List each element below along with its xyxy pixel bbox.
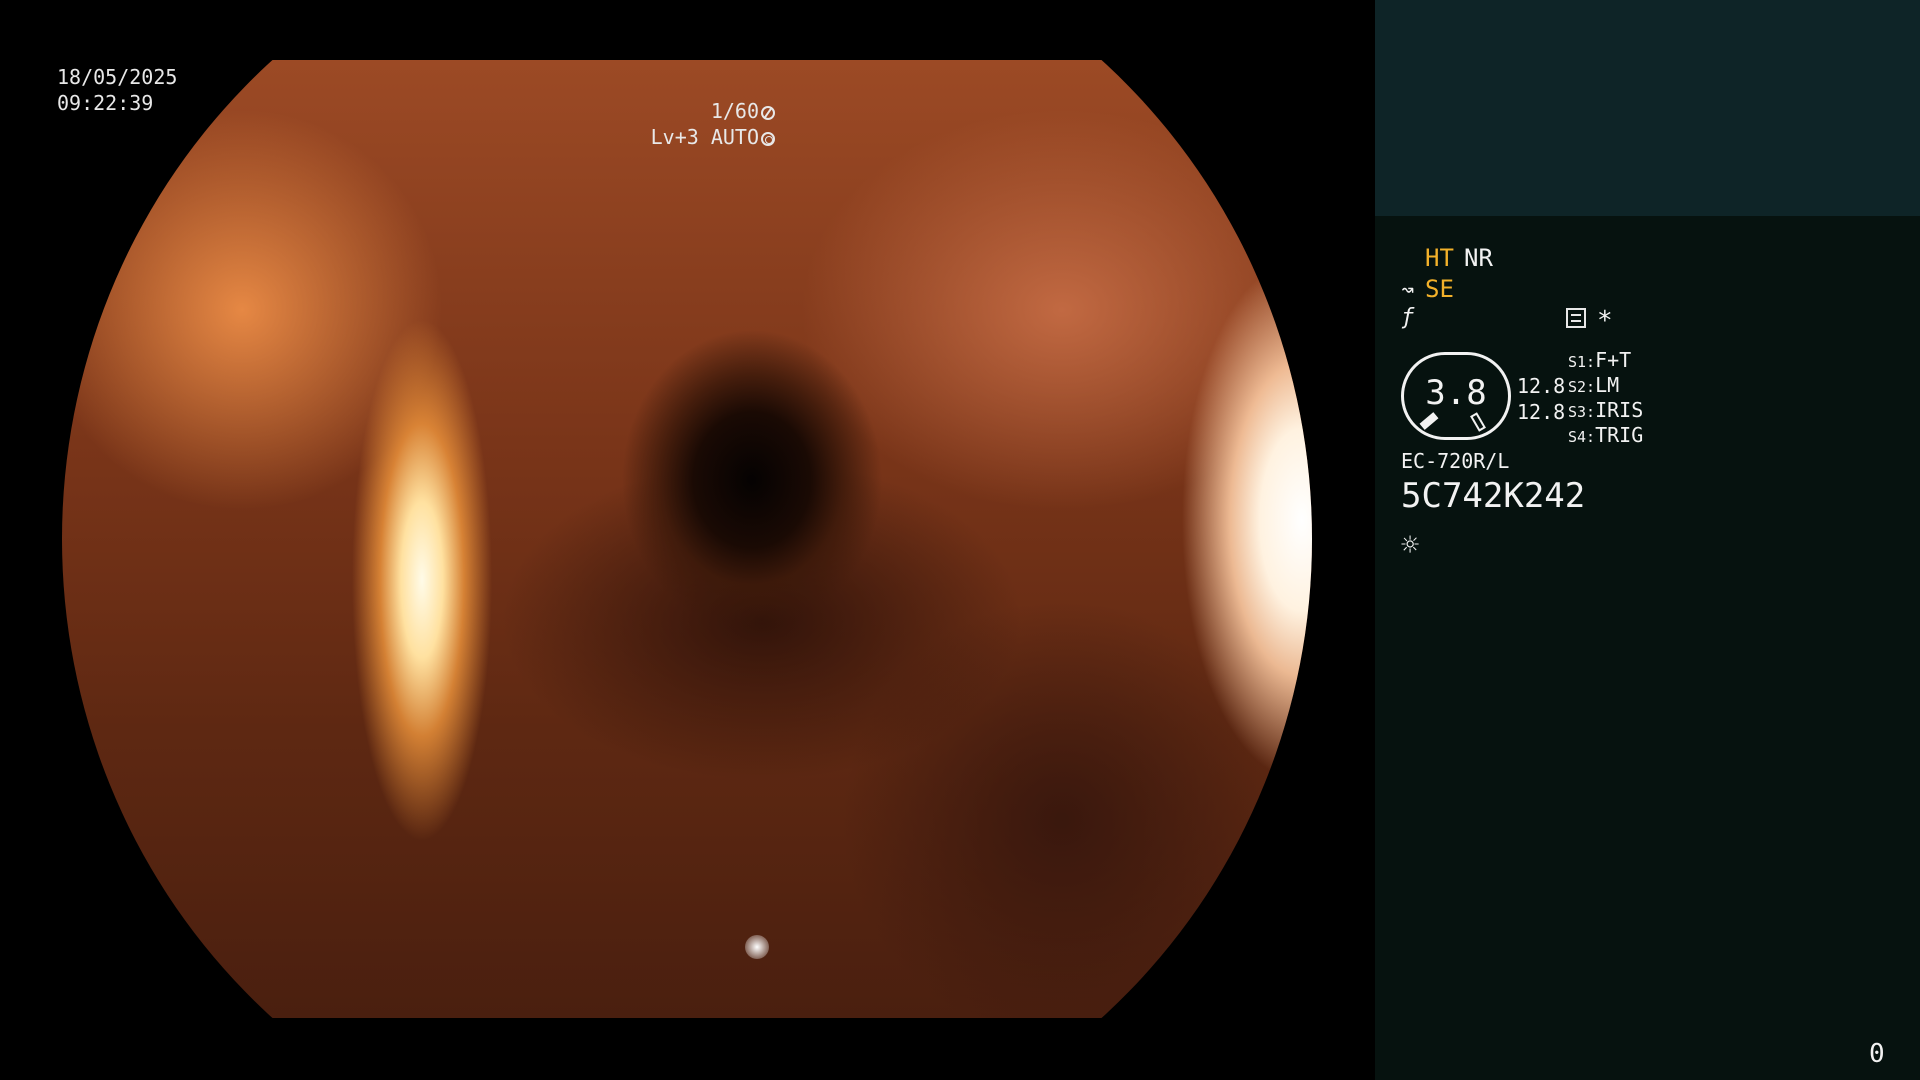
gauge-marker-icon	[1470, 412, 1486, 432]
endoscope-screen: 18/05/2025 09:22:39 1/60 Lv+3 AUTO HT NR…	[0, 0, 1920, 1080]
switch-key: S3:	[1568, 403, 1596, 421]
shutter-row: 1/60	[651, 98, 775, 124]
pressure-value-2: 12.8	[1517, 400, 1566, 424]
switch-value: LM	[1595, 373, 1620, 397]
structure-enhance-icon: ↝	[1401, 278, 1415, 303]
gauge-value: 3.8	[1425, 373, 1487, 413]
switch-key: S2:	[1568, 378, 1596, 396]
image-counter: 0	[1869, 1039, 1885, 1069]
switch-value: F+T	[1595, 348, 1632, 372]
magnification-gauge: 3.8	[1401, 352, 1511, 440]
endoscopic-image	[62, 60, 1312, 1018]
switch-value: TRIG	[1595, 423, 1644, 447]
iris-icon	[761, 132, 775, 146]
switch-value: IRIS	[1595, 398, 1644, 422]
exposure-level-row: Lv+3 AUTO	[651, 124, 775, 150]
gauge-needle-icon	[1419, 412, 1439, 430]
scope-serial: 5C742K242	[1401, 476, 1586, 516]
date-text: 18/05/2025	[57, 65, 178, 89]
shutter-text: 1/60	[710, 99, 759, 123]
exposure-readout: 1/60 Lv+3 AUTO	[651, 98, 775, 150]
specular-highlight	[745, 935, 769, 959]
shutter-icon	[761, 106, 775, 120]
pressure-value-1: 12.8	[1517, 374, 1566, 398]
exposure-level-text: Lv+3 AUTO	[650, 125, 759, 149]
menu-icon	[1566, 308, 1586, 328]
switch-key: S1:	[1568, 353, 1596, 371]
switch-row-4: S4:TRIG	[1568, 423, 1643, 447]
switch-row-2: S2:LM	[1568, 373, 1619, 397]
endoscope-viewport: 18/05/2025 09:22:39 1/60 Lv+3 AUTO	[0, 0, 1375, 1080]
scope-model: EC-720R/L	[1401, 449, 1510, 473]
info-panel: HT NR ↝ SE ƒ * 3.8 12.8 12.8 S1:F+T S2:L…	[1375, 0, 1920, 1080]
switch-row-1: S1:F+T	[1568, 348, 1631, 372]
nr-label: NR	[1464, 244, 1493, 272]
patient-info-box	[1375, 0, 1920, 216]
asterisk-icon: *	[1597, 306, 1613, 336]
enhancement-icon: ƒ	[1401, 305, 1415, 330]
ht-label: HT	[1425, 244, 1454, 272]
date-time-readout: 18/05/2025 09:22:39	[57, 64, 177, 116]
light-source-icon: ☼	[1401, 528, 1420, 563]
switch-key: S4:	[1568, 428, 1596, 446]
time-text: 09:22:39	[57, 91, 154, 115]
se-label: SE	[1425, 275, 1454, 303]
switch-row-3: S3:IRIS	[1568, 398, 1643, 422]
